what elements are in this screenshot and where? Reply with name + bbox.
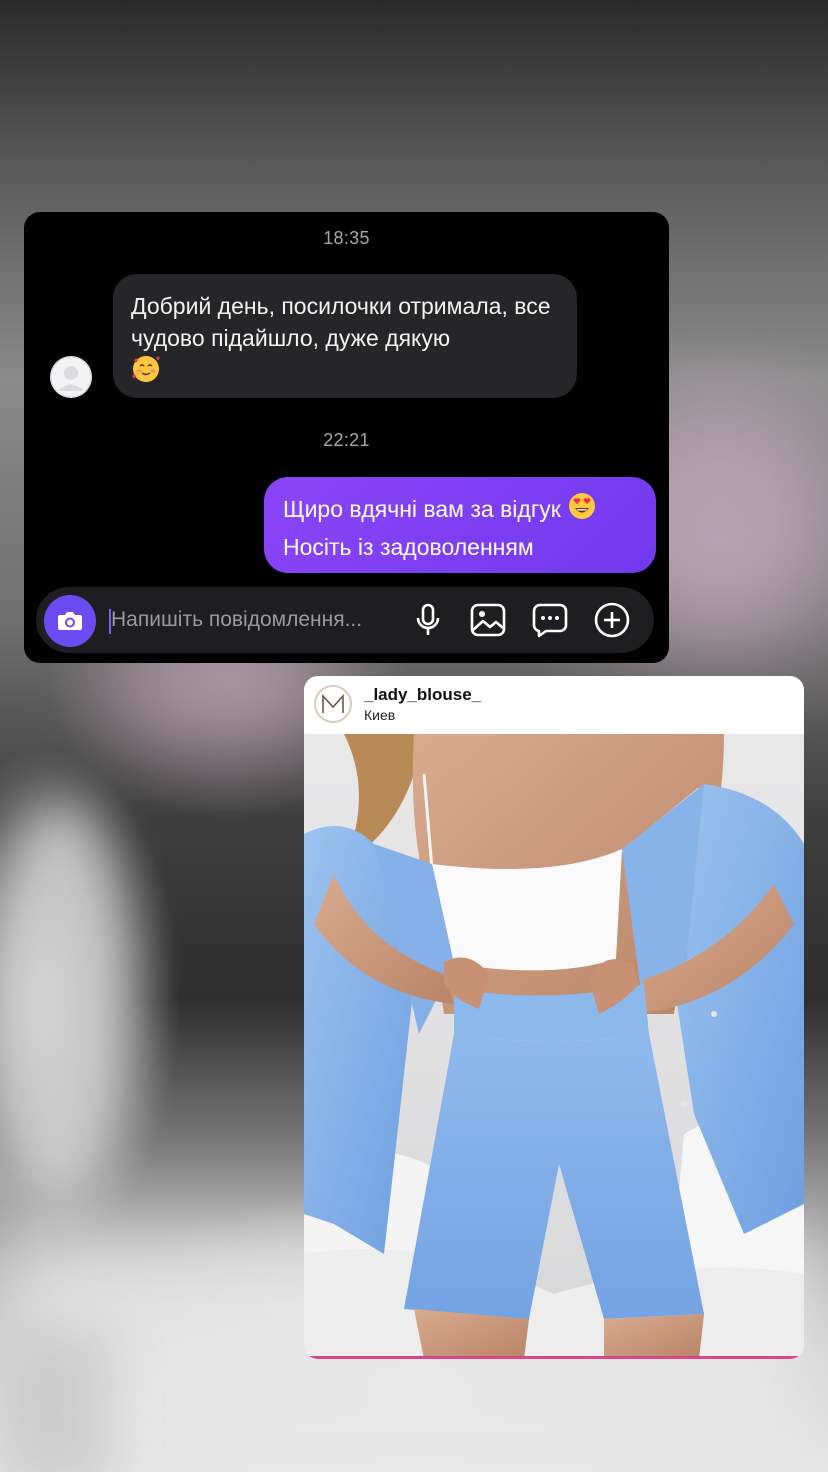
camera-icon <box>58 612 82 630</box>
microphone-icon <box>416 603 440 635</box>
sticker-button[interactable] <box>531 601 569 639</box>
gallery-button[interactable] <box>469 601 507 639</box>
heart-eyes-icon <box>567 491 597 530</box>
message-composer <box>36 587 654 653</box>
chat-bubble-icon <box>532 603 568 638</box>
post-photo[interactable] <box>304 734 804 1359</box>
sent-message-bubble[interactable]: Щиро вдячні вам за відгук Носіть із задо… <box>264 477 656 573</box>
message-input[interactable] <box>111 605 401 635</box>
post-location[interactable]: Киев <box>364 707 395 723</box>
microphone-button[interactable] <box>409 601 447 639</box>
m-logo-icon <box>322 693 344 713</box>
plus-icon <box>594 602 630 638</box>
received-message-text: Добрий день, посилочки отримала, все чуд… <box>131 293 551 351</box>
smiling-face-with-hearts-icon <box>131 354 161 392</box>
sent-message-line2: Носіть із задоволенням <box>283 534 534 560</box>
sent-message-line1: Щиро вдячні вам за відгук <box>283 496 561 522</box>
message-timestamp: 18:35 <box>323 228 370 248</box>
received-message-bubble[interactable]: Добрий день, посилочки отримала, все чуд… <box>113 274 577 398</box>
default-avatar-icon <box>50 356 92 398</box>
add-button[interactable] <box>593 601 631 639</box>
instagram-post-card: _lady_blouse_ Киев <box>304 676 804 1359</box>
message-timestamp: 22:21 <box>323 430 370 450</box>
post-username[interactable]: _lady_blouse_ <box>364 685 481 705</box>
profile-avatar[interactable] <box>314 685 352 723</box>
camera-button[interactable] <box>44 595 96 647</box>
gallery-icon <box>470 603 506 637</box>
sender-avatar[interactable] <box>50 356 92 398</box>
